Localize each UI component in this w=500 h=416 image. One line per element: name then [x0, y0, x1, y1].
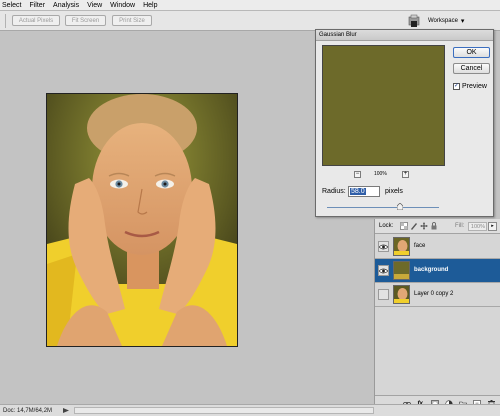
menu-help[interactable]: Help [143, 2, 157, 9]
layer-row-face[interactable]: face [375, 235, 500, 259]
lock-image-brush-icon[interactable] [410, 222, 418, 230]
workspace-menu[interactable]: Workspace ▾ [428, 16, 464, 26]
menu-view[interactable]: View [87, 2, 102, 9]
gaussian-blur-dialog: Gaussian Blur − 100% + Radius: 58.0 pixe… [315, 29, 494, 217]
layer-thumbnail [393, 237, 410, 256]
checkbox-checked-icon[interactable]: ✓ [453, 83, 460, 90]
preview-checkbox[interactable]: ✓ Preview [453, 83, 487, 90]
menu-bar: Select Filter Analysis View Window Help [0, 0, 500, 11]
zoom-level: 100% [374, 171, 387, 177]
status-bar: Doc: 14,7M/64,2M [0, 404, 500, 416]
status-menu-arrow-icon[interactable] [62, 407, 70, 414]
radius-unit: pixels [385, 188, 403, 195]
fill-input[interactable]: 100% [468, 222, 487, 231]
ok-button[interactable]: OK [453, 47, 490, 58]
menu-select[interactable]: Select [2, 2, 21, 9]
menu-analysis[interactable]: Analysis [53, 2, 79, 9]
dialog-title: Gaussian Blur [319, 32, 357, 38]
visibility-eye-icon[interactable] [378, 265, 389, 276]
menu-window[interactable]: Window [110, 2, 135, 9]
dialog-title-bar[interactable]: Gaussian Blur [316, 30, 493, 41]
fill-label: Fill: [455, 223, 465, 229]
visibility-empty-icon[interactable] [378, 289, 389, 300]
document-size-readout[interactable]: Doc: 14,7M/64,2M [3, 408, 52, 414]
layer-thumbnail [393, 261, 410, 280]
portrait-photo [47, 94, 237, 346]
tool-preset-icon[interactable] [408, 14, 420, 28]
print-size-button[interactable]: Print Size [112, 15, 152, 26]
lock-all-icon[interactable] [430, 222, 438, 230]
slider-thumb-icon[interactable] [397, 203, 403, 210]
layer-name: Layer 0 copy 2 [414, 291, 454, 297]
radius-input[interactable]: 58.0 [348, 186, 380, 197]
caret-down-icon: ▾ [460, 18, 465, 25]
layer-name: face [414, 243, 426, 249]
options-bar: Actual Pixels Fit Screen Print Size Work… [0, 11, 500, 31]
blur-preview-area[interactable] [322, 45, 445, 166]
layers-panel: Lock: Fill: 100% ▸ face background Layer… [374, 219, 500, 412]
fill-value: 100% [470, 223, 485, 230]
preview-label: Preview [462, 83, 487, 90]
layers-options-bar: Lock: Fill: 100% ▸ [375, 219, 500, 234]
lock-label: Lock: [379, 223, 394, 229]
layer-row-layer-0-copy-2[interactable]: Layer 0 copy 2 [375, 283, 500, 307]
fill-arrow-icon[interactable]: ▸ [488, 222, 497, 231]
workspace-label: Workspace [428, 18, 458, 24]
zoom-out-button[interactable]: − [354, 171, 361, 178]
zoom-in-button[interactable]: + [402, 171, 409, 178]
layer-thumbnail [393, 285, 410, 304]
menu-filter[interactable]: Filter [29, 2, 45, 9]
visibility-eye-icon[interactable] [378, 241, 389, 252]
lock-transparent-icon[interactable] [400, 222, 408, 230]
options-separator [5, 14, 6, 28]
radius-value: 58.0 [350, 188, 366, 195]
document-image[interactable] [46, 93, 238, 347]
radius-slider-track[interactable] [327, 207, 439, 208]
radius-label: Radius: [322, 188, 346, 195]
actual-pixels-button[interactable]: Actual Pixels [12, 15, 60, 26]
fit-screen-button[interactable]: Fit Screen [65, 15, 106, 26]
lock-position-move-icon[interactable] [420, 222, 428, 230]
layer-row-background[interactable]: background [375, 259, 500, 283]
horizontal-scrollbar[interactable] [74, 407, 374, 414]
layer-name: background [414, 267, 449, 273]
cancel-button[interactable]: Cancel [453, 63, 490, 74]
